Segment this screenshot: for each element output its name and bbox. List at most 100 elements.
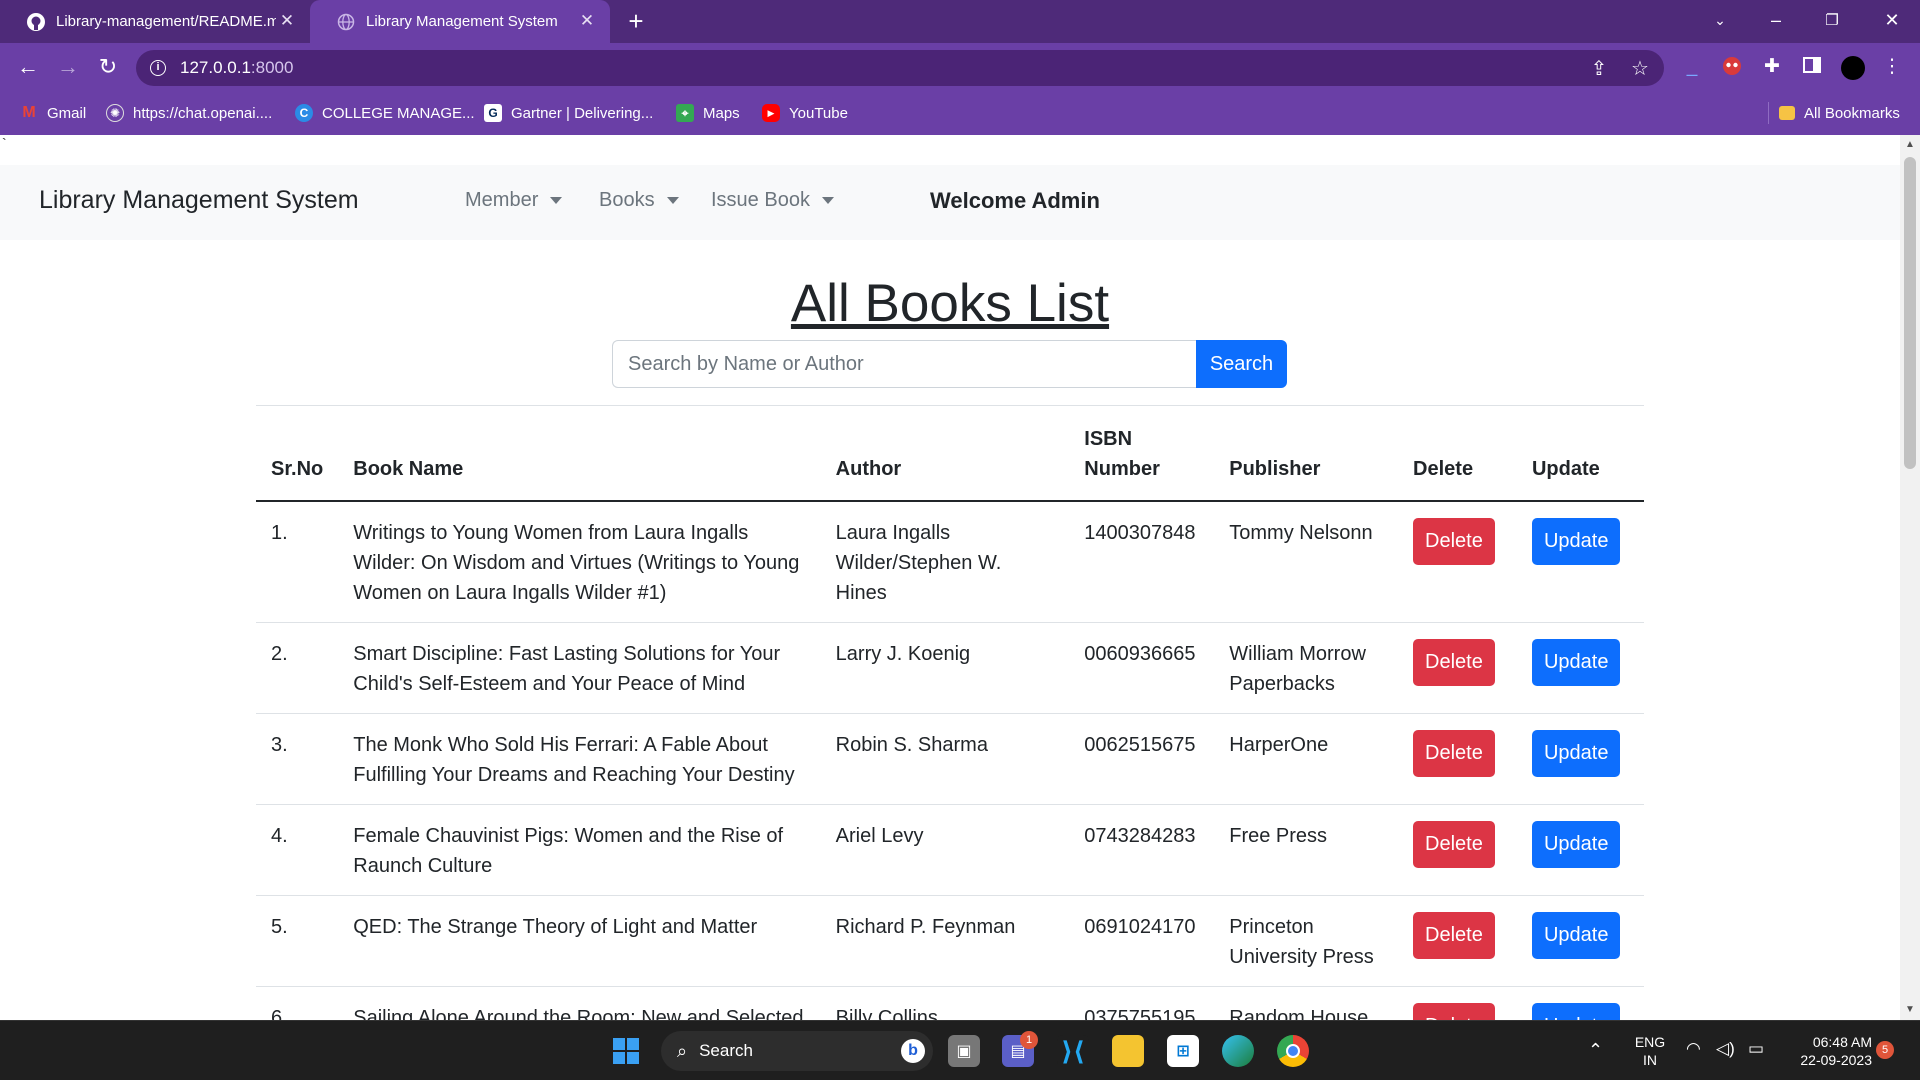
task-view-icon[interactable]: ▣ — [948, 1035, 980, 1067]
delete-button[interactable]: Delete — [1413, 821, 1495, 868]
taskbar-search[interactable]: ⌕ Search b — [661, 1031, 933, 1071]
bookmark-college[interactable]: C COLLEGE MANAGE... — [295, 102, 475, 124]
address-bar[interactable]: i 127.0.0.1:8000 ⇪ ☆ — [136, 50, 1664, 86]
side-panel-icon[interactable] — [1800, 55, 1824, 79]
nav-issue-book-label: Issue Book — [711, 189, 810, 211]
bookmark-youtube[interactable]: ▶ YouTube — [762, 102, 848, 124]
cell-sr-no: 3. — [256, 713, 339, 805]
bing-icon[interactable]: b — [901, 1039, 925, 1063]
restore-icon[interactable]: ❐ — [1804, 0, 1860, 40]
clock-date: 22-09-2023 — [1800, 1052, 1872, 1068]
extension-underline-icon[interactable]: _ — [1680, 55, 1704, 79]
header-update: Update — [1516, 406, 1644, 502]
bookmark-gartner[interactable]: G Gartner | Delivering... — [484, 102, 653, 124]
update-button[interactable]: Update — [1531, 912, 1621, 959]
page-viewport: ` Library Management System Member Books… — [0, 135, 1900, 1020]
show-hidden-icons[interactable]: ⌃ — [1588, 1041, 1603, 1059]
cell-publisher: Free Press — [1214, 804, 1399, 896]
browser-tab-readme[interactable]: Library-management/README.md ✕ — [0, 0, 310, 43]
globe-icon — [336, 12, 356, 32]
reload-icon[interactable]: ↻ — [94, 53, 122, 81]
tab-title: Library-management/README.md — [56, 13, 276, 30]
nav-issue-book-dropdown[interactable]: Issue Book — [711, 189, 834, 212]
profile-avatar-icon[interactable] — [1840, 55, 1865, 80]
scroll-up-icon[interactable]: ▲ — [1900, 137, 1920, 153]
cell-delete: Delete — [1398, 986, 1517, 1020]
college-icon: C — [295, 104, 313, 122]
update-button[interactable]: Update — [1531, 730, 1621, 777]
update-button[interactable]: Update — [1531, 639, 1621, 686]
nav-books-dropdown[interactable]: Books — [599, 189, 679, 212]
maps-icon: ⌖ — [676, 104, 694, 122]
gmail-icon: M — [22, 104, 36, 121]
delete-button[interactable]: Delete — [1413, 912, 1495, 959]
vscode-icon[interactable]: ⟩⟨ — [1057, 1035, 1089, 1067]
bookmark-chatgpt[interactable]: ✺ https://chat.openai.... — [106, 102, 272, 124]
windows-start-icon[interactable] — [610, 1035, 642, 1067]
browser-tab-library[interactable]: Library Management System ✕ — [310, 0, 610, 43]
browser-menu-icon[interactable]: ⋮ — [1880, 55, 1904, 79]
cell-isbn: 0743284283 — [1069, 804, 1215, 896]
clock[interactable]: 06:48 AM 22-09-2023 — [1782, 1033, 1872, 1069]
file-explorer-icon[interactable] — [1112, 1035, 1144, 1067]
share-icon[interactable]: ⇪ — [1588, 58, 1610, 80]
search-button[interactable]: Search — [1196, 340, 1287, 388]
delete-button[interactable]: Delete — [1413, 518, 1495, 565]
extension-mask-icon[interactable] — [1720, 55, 1744, 79]
all-bookmarks[interactable]: All Bookmarks — [1768, 102, 1900, 124]
caret-down-icon — [821, 197, 834, 204]
back-icon[interactable]: ← — [14, 53, 42, 81]
minimize-icon[interactable]: – — [1748, 0, 1804, 40]
edge-icon[interactable] — [1222, 1035, 1254, 1067]
cell-update: Update — [1516, 804, 1644, 896]
cell-book-name: Smart Discipline: Fast Lasting Solutions… — [338, 622, 821, 714]
bookmark-label: YouTube — [789, 104, 848, 122]
browser-tab-bar: Library-management/README.md ✕ Library M… — [0, 0, 1920, 43]
stray-character: ` — [2, 135, 7, 151]
cell-author: Robin S. Sharma — [820, 713, 1070, 805]
cell-isbn: 0060936665 — [1069, 622, 1215, 714]
volume-icon[interactable]: ◁) — [1716, 1040, 1735, 1058]
bookmark-gmail[interactable]: M Gmail — [20, 102, 86, 124]
bookmark-maps[interactable]: ⌖ Maps — [676, 102, 740, 124]
update-button[interactable]: Update — [1531, 821, 1621, 868]
notification-badge[interactable]: 5 — [1876, 1041, 1894, 1059]
forward-icon[interactable]: → — [54, 53, 82, 81]
tab-search-icon[interactable]: ⌄ — [1692, 0, 1748, 40]
navbar-brand[interactable]: Library Management System — [39, 186, 359, 215]
new-tab-icon[interactable]: + — [622, 8, 650, 36]
delete-button[interactable]: Delete — [1413, 639, 1495, 686]
close-tab-icon[interactable]: ✕ — [278, 12, 296, 30]
books-table-container: Sr.No Book Name Author ISBN Number Publi… — [256, 405, 1644, 1020]
delete-button[interactable]: Delete — [1413, 730, 1495, 777]
microsoft-store-icon[interactable]: ⊞ — [1167, 1035, 1199, 1067]
bookmark-label: Gmail — [47, 104, 87, 122]
scroll-thumb[interactable] — [1904, 157, 1916, 469]
close-tab-icon[interactable]: ✕ — [578, 12, 596, 30]
bookmark-label: Gartner | Delivering... — [511, 104, 654, 122]
cell-update: Update — [1516, 622, 1644, 714]
update-button[interactable]: Update — [1531, 1003, 1621, 1020]
wifi-icon[interactable]: ◠ — [1686, 1040, 1701, 1058]
scroll-down-icon[interactable]: ▼ — [1900, 1002, 1920, 1018]
language-indicator[interactable]: ENG IN — [1630, 1033, 1670, 1069]
cell-book-name: Sailing Alone Around the Room: New and S… — [338, 986, 821, 1020]
vertical-scrollbar[interactable]: ▲ ▼ — [1900, 135, 1920, 1020]
bookmark-star-icon[interactable]: ☆ — [1629, 58, 1651, 80]
delete-button[interactable]: Delete — [1413, 1003, 1495, 1020]
windows-taskbar: ⌕ Search b ▣ ▤ 1 ⟩⟨ ⊞ ⌃ ENG IN ◠ ◁) ▭ 06… — [0, 1020, 1920, 1080]
cell-delete: Delete — [1398, 895, 1517, 987]
cell-publisher: Princeton University Press — [1214, 895, 1399, 987]
cell-sr-no: 5. — [256, 895, 339, 987]
search-input[interactable] — [612, 340, 1197, 388]
tab-title: Library Management System — [366, 13, 558, 30]
nav-member-dropdown[interactable]: Member — [465, 189, 563, 212]
battery-icon[interactable]: ▭ — [1748, 1040, 1764, 1058]
chrome-icon[interactable] — [1277, 1035, 1309, 1067]
bookmark-label: COLLEGE MANAGE... — [322, 104, 475, 122]
nav-member-label: Member — [465, 189, 539, 211]
extensions-puzzle-icon[interactable]: ✚ — [1760, 55, 1784, 79]
update-button[interactable]: Update — [1531, 518, 1621, 565]
site-info-icon[interactable]: i — [150, 60, 166, 76]
close-window-icon[interactable]: ✕ — [1864, 0, 1920, 40]
